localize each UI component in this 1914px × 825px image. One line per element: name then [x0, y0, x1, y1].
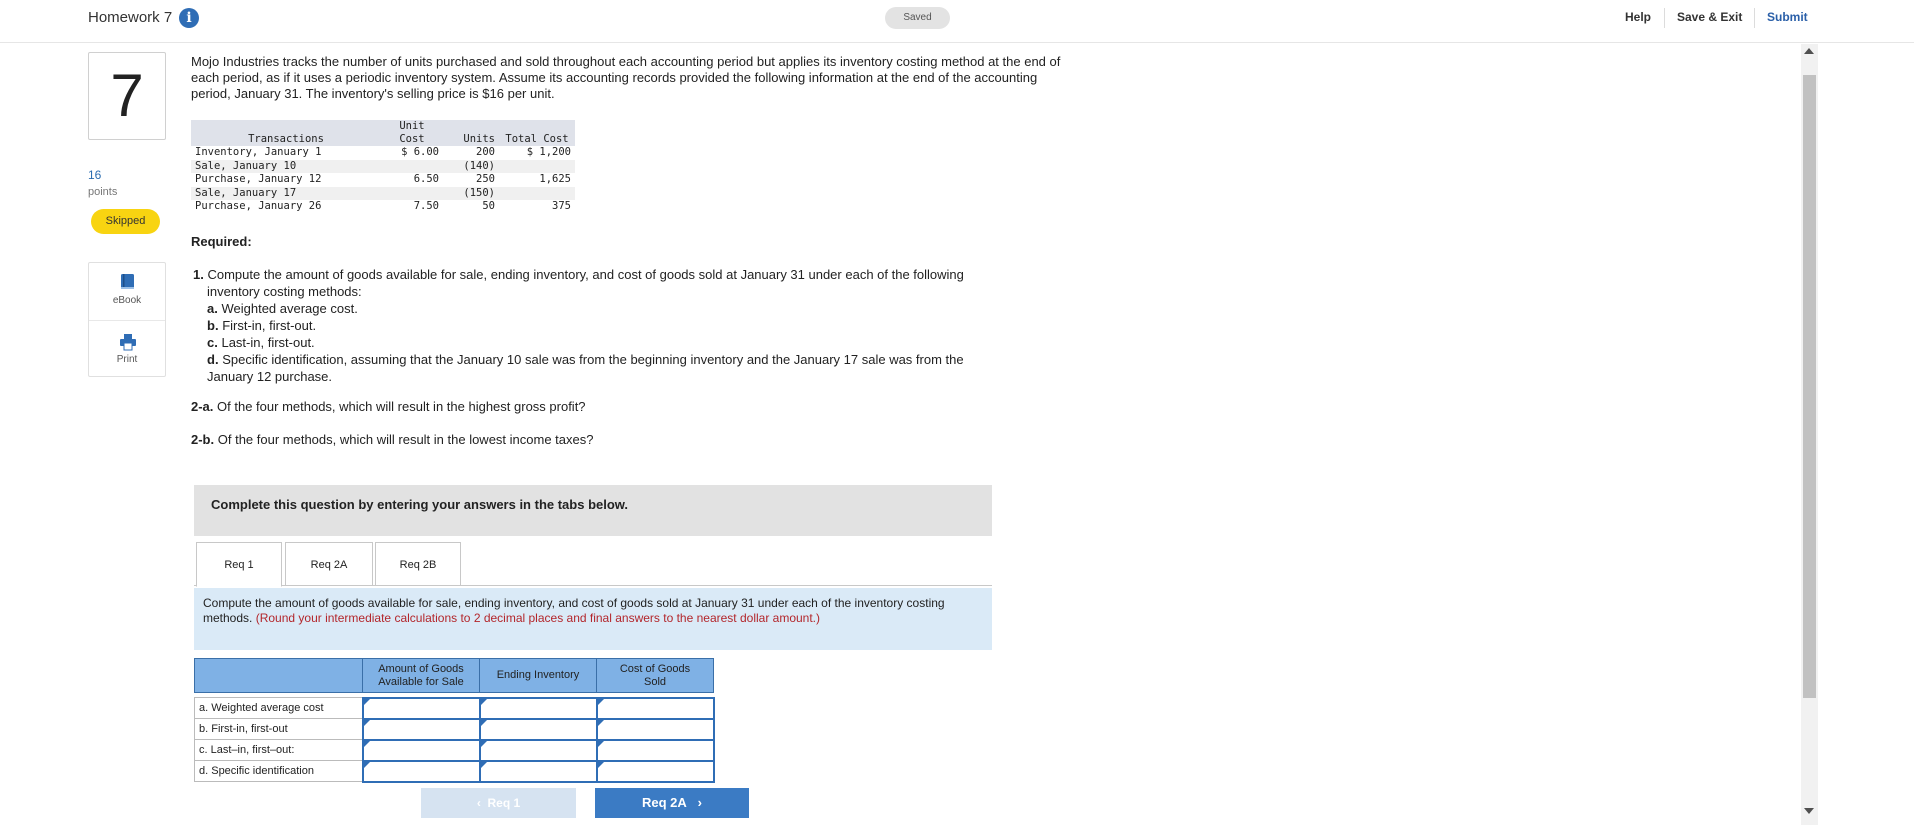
table-row: Sale, January 17 (150): [191, 186, 575, 200]
ending-inventory-input[interactable]: [478, 738, 598, 762]
help-link[interactable]: Help: [1625, 10, 1651, 24]
col-ending-inventory: Ending Inventory: [479, 658, 597, 693]
save-exit-link[interactable]: Save & Exit: [1677, 10, 1742, 24]
table-row: c. Last–in, first–out:: [194, 738, 715, 762]
scrollbar-thumb[interactable]: [1803, 75, 1816, 698]
tool-divider: [89, 320, 165, 321]
ending-inventory-input[interactable]: [478, 696, 598, 720]
table-row: Purchase, January 26 7.50 50 375: [195, 200, 571, 212]
cogs-input[interactable]: [595, 696, 715, 720]
table-row: Purchase, January 12 6.50 250 1,625: [195, 173, 571, 185]
col-total-cost: Total Cost: [499, 120, 575, 146]
points-value: 16: [88, 168, 102, 182]
cogs-input[interactable]: [595, 717, 715, 741]
assignment-title: Homework 7: [88, 9, 173, 26]
chevron-left-icon: ‹: [476, 796, 481, 810]
goods-available-input[interactable]: [361, 696, 481, 720]
goods-available-input[interactable]: [361, 717, 481, 741]
rounding-note: (Round your intermediate calculations to…: [255, 611, 821, 625]
arrow-down-icon[interactable]: [1804, 808, 1814, 814]
top-divider: [1664, 8, 1665, 28]
goods-available-input[interactable]: [361, 759, 481, 783]
answer-header-blank: [194, 658, 363, 693]
table-row: b. First-in, first-out: [194, 717, 715, 741]
row-label: b. First-in, first-out: [194, 718, 363, 740]
question-number: 7: [88, 52, 166, 140]
next-req-button[interactable]: Req 2A ›: [595, 788, 749, 818]
book-icon[interactable]: [119, 273, 137, 291]
col-unit-cost: Unit Cost: [381, 120, 443, 146]
printer-icon[interactable]: [119, 333, 137, 351]
col-goods-available: Amount of Goods Available for Sale: [362, 658, 480, 693]
info-icon[interactable]: i: [179, 8, 199, 28]
top-divider: [1754, 8, 1755, 28]
prev-req-button[interactable]: ‹ Req 1: [421, 788, 576, 818]
requirement-1d: d. Specific identification, assuming tha…: [207, 352, 964, 367]
ebook-label[interactable]: eBook: [89, 295, 165, 306]
requirement-2a: 2-a. Of the four methods, which will res…: [191, 399, 586, 414]
tab-req-1[interactable]: Req 1: [196, 542, 282, 587]
top-bar: Homework 7 i Saved Help Save & Exit Subm…: [0, 0, 1914, 43]
col-units: Units: [443, 120, 499, 146]
table-row: d. Specific identification: [194, 759, 715, 783]
answer-table: Amount of Goods Available for Sale Endin…: [194, 658, 715, 783]
points-label: points: [88, 186, 118, 198]
table-row: a. Weighted average cost: [194, 696, 715, 720]
goods-available-input[interactable]: [361, 738, 481, 762]
row-label: d. Specific identification: [194, 760, 363, 782]
problem-statement: Mojo Industries tracks the number of uni…: [191, 54, 1061, 101]
table-row: Sale, January 10 (140): [191, 159, 575, 173]
required-heading: Required:: [191, 234, 252, 249]
saved-status-badge: Saved: [885, 7, 950, 29]
question-tools: eBook Print: [88, 262, 166, 377]
skipped-status-badge: Skipped: [91, 209, 160, 234]
cogs-input[interactable]: [595, 738, 715, 762]
requirement-1c: c. Last-in, first-out.: [207, 335, 315, 350]
requirement-1: 1. Compute the amount of goods available…: [193, 267, 964, 282]
requirement-2b: 2-b. Of the four methods, which will res…: [191, 432, 594, 447]
tab-instruction: Compute the amount of goods available fo…: [194, 588, 992, 650]
transactions-table: Transactions Unit Cost Units Total Cost …: [191, 120, 575, 214]
print-label[interactable]: Print: [89, 354, 165, 365]
row-label: c. Last–in, first–out:: [194, 739, 363, 761]
table-row: Inventory, January 1 $ 6.00 200 $ 1,200: [195, 146, 571, 158]
chevron-right-icon: ›: [697, 795, 702, 810]
tab-req-2b[interactable]: Req 2B: [375, 542, 461, 586]
ending-inventory-input[interactable]: [478, 759, 598, 783]
ending-inventory-input[interactable]: [478, 717, 598, 741]
tab-req-2a[interactable]: Req 2A: [285, 542, 373, 586]
requirements-list: 1. Compute the amount of goods available…: [193, 266, 1093, 385]
col-transactions: Transactions: [191, 120, 381, 146]
tabs-instruction-bar: Complete this question by entering your …: [194, 485, 992, 536]
requirement-1b: b. First-in, first-out.: [207, 318, 317, 333]
submit-link[interactable]: Submit: [1767, 10, 1808, 24]
arrow-up-icon[interactable]: [1804, 48, 1814, 54]
cogs-input[interactable]: [595, 759, 715, 783]
requirement-1a: a. Weighted average cost.: [207, 301, 358, 316]
row-label: a. Weighted average cost: [194, 697, 363, 719]
col-cost-of-goods-sold: Cost of Goods Sold: [596, 658, 714, 693]
